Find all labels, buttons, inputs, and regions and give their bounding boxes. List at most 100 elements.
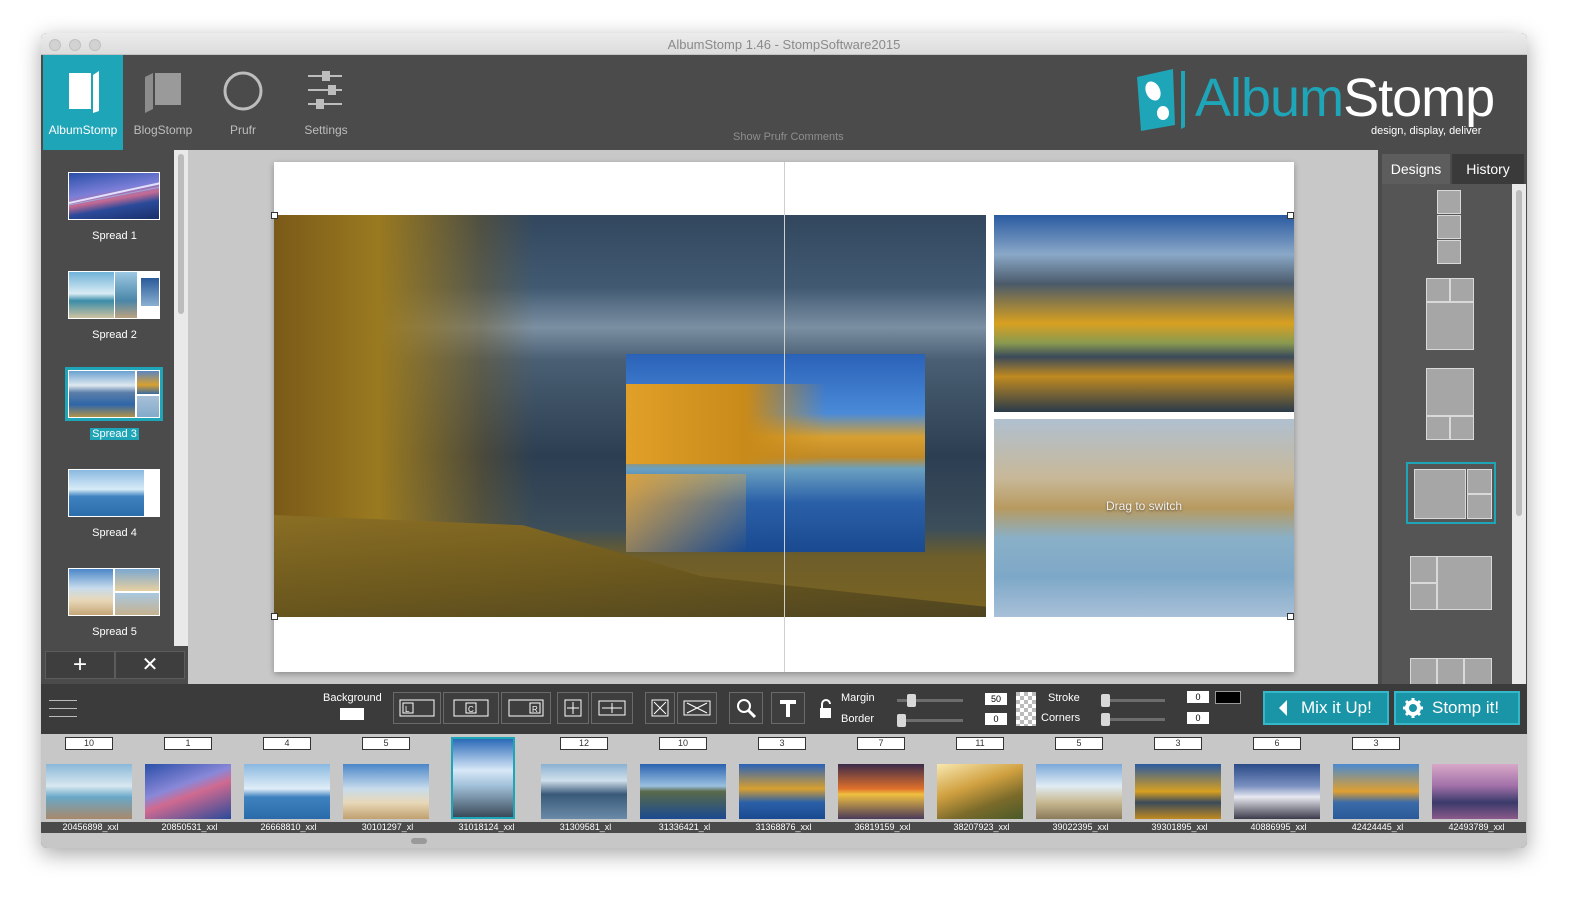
logo-text-album: Album bbox=[1195, 68, 1344, 128]
albumstomp-logo: AlbumStomp design, display, deliver bbox=[1133, 65, 1523, 143]
design-template[interactable] bbox=[1426, 368, 1474, 440]
text-t-icon bbox=[780, 700, 796, 717]
zoom-button[interactable] bbox=[729, 692, 763, 724]
filmstrip-photo[interactable]: 1 20850531_xxl bbox=[140, 734, 239, 834]
filmstrip-photo[interactable]: 7 36819159_xxl bbox=[833, 734, 932, 834]
usage-count-badge: 5 bbox=[362, 737, 410, 750]
stomp-it-button[interactable]: Stomp it! bbox=[1394, 691, 1520, 725]
filmstrip-photo[interactable]: 42493789_xxl bbox=[1427, 734, 1526, 834]
corners-value[interactable]: 0 bbox=[1187, 712, 1209, 724]
design-template[interactable] bbox=[1410, 658, 1492, 684]
poplar-graphic bbox=[626, 384, 826, 464]
resize-handle[interactable] bbox=[271, 212, 278, 219]
margin-value[interactable]: 50 bbox=[985, 693, 1007, 705]
spread-item[interactable]: Spread 2 bbox=[41, 249, 188, 348]
top-right-photo-placeholder[interactable] bbox=[994, 215, 1294, 412]
background-color-swatch[interactable] bbox=[340, 708, 364, 720]
spread-item[interactable]: Spread 3 bbox=[41, 348, 188, 447]
scrollbar-thumb[interactable] bbox=[178, 154, 184, 314]
resize-handle[interactable] bbox=[1287, 212, 1294, 219]
spread-thumbnail bbox=[68, 469, 160, 517]
design-template[interactable] bbox=[1410, 556, 1492, 610]
scrollbar-thumb[interactable] bbox=[1516, 190, 1522, 516]
margin-slider[interactable] bbox=[897, 694, 963, 707]
slider-knob[interactable] bbox=[1101, 713, 1110, 726]
spreads-scrollbar[interactable] bbox=[174, 150, 188, 646]
svg-text:L: L bbox=[405, 705, 410, 714]
filmstrip-photo[interactable]: 10 31336421_xl bbox=[635, 734, 734, 834]
mix-it-up-button[interactable]: Mix it Up! bbox=[1263, 691, 1389, 725]
filmstrip-photo[interactable]: 4 26668810_xxl bbox=[239, 734, 338, 834]
toolbar-blogstomp[interactable]: BlogStomp bbox=[123, 55, 203, 150]
toolbar-albumstomp[interactable]: AlbumStomp bbox=[43, 55, 123, 150]
menu-lines-icon[interactable] bbox=[49, 698, 79, 720]
fit-button[interactable] bbox=[557, 692, 589, 724]
slider-knob[interactable] bbox=[1101, 694, 1110, 707]
mix-it-up-label: Mix it Up! bbox=[1301, 698, 1372, 717]
text-button[interactable] bbox=[771, 692, 805, 724]
usage-count-badge: 1 bbox=[164, 737, 212, 750]
resize-handle[interactable] bbox=[1287, 613, 1294, 620]
spread-label: Spread 3 bbox=[90, 428, 139, 440]
corners-slider[interactable] bbox=[1101, 713, 1165, 726]
toolbar-settings[interactable]: Settings bbox=[286, 55, 366, 150]
toolbar-prufr[interactable]: Prufr bbox=[203, 55, 283, 150]
slider-knob[interactable] bbox=[897, 714, 906, 727]
filmstrip-photo[interactable]: 5 30101297_xl bbox=[338, 734, 437, 834]
sand-graphic bbox=[626, 474, 746, 552]
photo-thumbnail bbox=[640, 764, 726, 819]
spread-item[interactable]: Spread 1 bbox=[41, 150, 188, 249]
spread-label: Spread 2 bbox=[92, 329, 137, 341]
stroke-value[interactable]: 0 bbox=[1187, 691, 1209, 703]
spread-item[interactable]: Spread 4 bbox=[41, 447, 188, 546]
spread-item[interactable]: Spread 5 bbox=[41, 546, 188, 645]
border-slider[interactable] bbox=[897, 714, 963, 727]
design-template[interactable] bbox=[1426, 278, 1474, 350]
filmstrip-photo[interactable]: 11 38207923_xxl bbox=[932, 734, 1031, 834]
filmstrip-photo[interactable]: 6 40886995_xxl bbox=[1229, 734, 1328, 834]
tab-history[interactable]: History bbox=[1452, 154, 1524, 184]
photo-filename: 31368876_xxl bbox=[734, 822, 833, 833]
filmstrip-photo[interactable]: 12 31309581_xl bbox=[536, 734, 635, 834]
transparency-swatch[interactable] bbox=[1016, 692, 1036, 726]
stroke-slider[interactable] bbox=[1101, 694, 1165, 707]
layout-toolbar: Background L C R Margin 50 Border 0 Stro… bbox=[41, 684, 1527, 734]
spread-thumbnail bbox=[68, 172, 160, 220]
align-left-button[interactable]: L bbox=[393, 692, 441, 724]
spread-button[interactable] bbox=[591, 692, 633, 724]
inset-photo-placeholder[interactable] bbox=[626, 354, 925, 552]
photo-thumbnail bbox=[145, 764, 231, 819]
title-bar[interactable]: AlbumStomp 1.46 - StompSoftware2015 bbox=[41, 33, 1527, 55]
filmstrip-photo[interactable]: 3 42424445_xl bbox=[1328, 734, 1427, 834]
designs-scrollbar[interactable] bbox=[1512, 184, 1526, 684]
usage-count-badge: 4 bbox=[263, 737, 311, 750]
move-arrows-icon bbox=[564, 699, 582, 717]
filmstrip-photo[interactable]: 5 39022395_xxl bbox=[1031, 734, 1130, 834]
filmstrip-photo[interactable]: 231018124_xxl bbox=[437, 734, 536, 834]
align-right-button[interactable]: R bbox=[501, 692, 551, 724]
filmstrip-photo[interactable]: 10 20456898_xxl bbox=[41, 734, 140, 834]
resize-handle[interactable] bbox=[271, 613, 278, 620]
photo-filename: 42493789_xxl bbox=[1427, 822, 1526, 833]
fill-wide-button[interactable] bbox=[677, 692, 717, 724]
tab-designs[interactable]: Designs bbox=[1382, 154, 1450, 184]
fill-button[interactable] bbox=[645, 692, 675, 724]
filmstrip-photo[interactable]: 3 39301895_xxl bbox=[1130, 734, 1229, 834]
design-template[interactable] bbox=[1437, 190, 1461, 264]
photo-thumbnail bbox=[1234, 764, 1320, 819]
lock-icon[interactable] bbox=[819, 698, 833, 720]
design-template-selected[interactable] bbox=[1406, 462, 1496, 524]
filmstrip-scrollbar[interactable] bbox=[411, 838, 427, 844]
slider-knob[interactable] bbox=[907, 694, 916, 707]
show-prufr-comments-link[interactable]: Show Prufr Comments bbox=[733, 131, 844, 143]
filmstrip-photo[interactable]: 3 31368876_xxl bbox=[734, 734, 833, 834]
toolbar-label: BlogStomp bbox=[133, 123, 193, 137]
align-left-icon: L bbox=[399, 699, 435, 717]
bottom-right-photo-placeholder[interactable]: Drag to switch bbox=[994, 419, 1294, 617]
add-spread-button[interactable]: + bbox=[45, 651, 115, 679]
stroke-color-swatch[interactable] bbox=[1215, 691, 1241, 704]
remove-spread-button[interactable]: ✕ bbox=[115, 651, 185, 679]
align-center-button[interactable]: C bbox=[443, 692, 499, 724]
gear-icon bbox=[1403, 698, 1423, 718]
border-value[interactable]: 0 bbox=[985, 713, 1007, 725]
